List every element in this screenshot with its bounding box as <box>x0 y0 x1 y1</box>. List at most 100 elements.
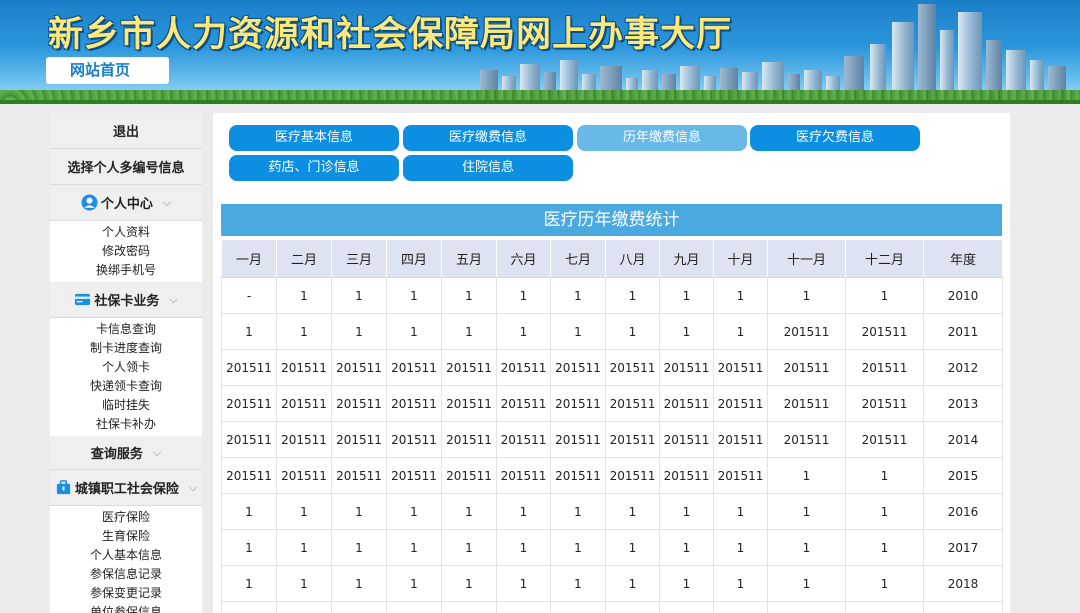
table-cell: 201511 <box>845 385 924 422</box>
table-cell: 1 <box>496 277 551 314</box>
table-cell: 201511 <box>713 457 768 494</box>
sidebar-item-change-phone[interactable]: 换绑手机号 <box>50 261 202 280</box>
table-cell: 1 <box>845 277 924 314</box>
card-business-menu: 卡信息查询 制卡进度查询 个人领卡 快递领卡查询 临时挂失 社保卡补办 <box>50 318 202 436</box>
sidebar-item-personal-pickup[interactable]: 个人领卡 <box>50 358 202 377</box>
table-row: 201511 201511 201511 201511 201511 201511 2015… <box>221 421 1003 458</box>
table-cell: 201511 <box>713 385 768 422</box>
table-cell: 1 <box>550 493 606 530</box>
sidebar-section-query-service[interactable]: 查询服务 ⌵ <box>50 436 202 470</box>
table-cell: 201511 <box>845 313 924 350</box>
table-cell: 201511 <box>496 349 551 386</box>
table-cell: 2017 <box>923 529 1003 566</box>
column-header: 六月 <box>496 239 551 278</box>
logout-button[interactable]: 退出 <box>50 113 202 149</box>
sidebar-item-medical-insurance[interactable]: 医疗保险 <box>50 508 202 527</box>
main-panel: 医疗基本信息 医疗缴费信息 历年缴费信息 医疗欠费信息 药店、门诊信息 住院信息… <box>213 113 1010 613</box>
column-header: 五月 <box>441 239 497 278</box>
table-cell: 1 <box>386 601 442 613</box>
table-cell: 201511 <box>605 457 660 494</box>
column-header: 九月 <box>659 239 714 278</box>
table-cell: 201511 <box>276 349 332 386</box>
header-banner: 新乡市人力资源和社会保障局网上办事大厅 网站首页 <box>0 0 1080 104</box>
column-header: 八月 <box>605 239 660 278</box>
table-cell: 1 <box>767 493 846 530</box>
table-cell: 201511 <box>659 385 714 422</box>
table-cell: 1 <box>331 529 387 566</box>
site-title: 新乡市人力资源和社会保障局网上办事大厅 <box>48 15 733 55</box>
table-cell: 1 <box>441 529 497 566</box>
sidebar-item-change-records[interactable]: 参保变更记录 <box>50 584 202 603</box>
table-cell: 201511 <box>845 349 924 386</box>
sidebar-item-employer-info[interactable]: 单位参保信息 <box>50 603 202 613</box>
table-cell: 1 <box>845 493 924 530</box>
table-cell: 201511 <box>386 385 442 422</box>
table-cell: 2011 <box>923 313 1003 350</box>
sidebar-item-change-password[interactable]: 修改密码 <box>50 242 202 261</box>
table-cell: 1 <box>276 529 332 566</box>
table-cell: 1 <box>276 277 332 314</box>
sidebar-section-urban-insurance[interactable]: 城镇职工社会保险 ⌵ <box>50 470 202 506</box>
chevron-down-icon: ⌵ <box>162 195 172 209</box>
table-cell: 1 <box>331 565 387 602</box>
home-button[interactable]: 网站首页 <box>46 57 169 84</box>
table-cell: 201511 <box>767 349 846 386</box>
sidebar-section-label: 城镇职工社会保险 <box>74 482 179 497</box>
sidebar-item-card-progress[interactable]: 制卡进度查询 <box>50 339 202 358</box>
tab-hospitalization-info[interactable]: 住院信息 <box>403 155 573 181</box>
table-cell: 201511 <box>441 385 497 422</box>
table-cell: 1 <box>767 529 846 566</box>
table-cell: 1 <box>441 565 497 602</box>
table-cell: 201511 <box>659 349 714 386</box>
tab-medical-arrears-info[interactable]: 医疗欠费信息 <box>750 125 920 151</box>
table-cell: 1 <box>713 493 768 530</box>
table-cell: 201511 <box>496 457 551 494</box>
chevron-down-icon: ⌵ <box>169 292 178 306</box>
table-row: 1 1 1 1 1 1 1 1 1 1 201511 201511 2011 <box>221 313 1003 350</box>
tab-pharmacy-clinic-info[interactable]: 药店、门诊信息 <box>229 155 399 181</box>
table-cell: 2012 <box>923 349 1003 386</box>
tab-medical-payment-info[interactable]: 医疗缴费信息 <box>403 125 573 151</box>
table-cell: 1 <box>441 277 497 314</box>
sidebar-item-express-pickup[interactable]: 快递领卡查询 <box>50 377 202 396</box>
tab-medical-basic-info[interactable]: 医疗基本信息 <box>229 125 399 151</box>
table-cell: 1 <box>386 313 442 350</box>
sidebar-item-card-info[interactable]: 卡信息查询 <box>50 320 202 339</box>
table-cell: 1 <box>713 529 768 566</box>
sidebar-item-profile[interactable]: 个人资料 <box>50 223 202 242</box>
sidebar-item-temp-loss[interactable]: 临时挂失 <box>50 396 202 415</box>
table-cell: 201511 <box>221 385 277 422</box>
table-cell: 201511 <box>331 349 387 386</box>
table-cell: 2013 <box>923 385 1003 422</box>
sidebar-item-maternity-insurance[interactable]: 生育保险 <box>50 527 202 546</box>
column-header: 四月 <box>386 239 442 278</box>
table-cell: 1 <box>221 493 277 530</box>
column-header: 二月 <box>276 239 332 278</box>
table-cell: 201511 <box>550 457 606 494</box>
sidebar-section-card-business[interactable]: 社保卡业务 ⌵ <box>50 282 202 318</box>
table-cell: 201511 <box>386 457 442 494</box>
table-cell: 1 <box>221 565 277 602</box>
table-cell: 1 <box>221 529 277 566</box>
table-cell: 1 <box>441 493 497 530</box>
sidebar-item-insurance-records[interactable]: 参保信息记录 <box>50 565 202 584</box>
table-cell: 2014 <box>923 421 1003 458</box>
select-multi-number-button[interactable]: 选择个人多编号信息 <box>50 149 202 185</box>
table-row: -1 1 1 1 1 1 1 1 1 1 1 2010 <box>221 277 1003 314</box>
table-cell: 201511 <box>221 349 277 386</box>
sidebar-item-basic-info[interactable]: 个人基本信息 <box>50 546 202 565</box>
table-cell: 1 <box>605 313 660 350</box>
table-cell: 201511 <box>331 421 387 458</box>
table-cell: 1 <box>659 313 714 350</box>
table-cell: 2018 <box>923 565 1003 602</box>
tab-yearly-payment-info[interactable]: 历年缴费信息 <box>577 125 747 151</box>
table-cell: 1 <box>659 529 714 566</box>
table-row: 1 1 1 1 1 1 1 1 1 1 1 1 2016 <box>221 493 1003 530</box>
table-cell: 1 <box>659 565 714 602</box>
sidebar-section-personal-center[interactable]: 个人中心 ⌵ <box>50 185 202 221</box>
sidebar-item-card-reissue[interactable]: 社保卡补办 <box>50 415 202 434</box>
table-cell: 1 <box>496 313 551 350</box>
table-cell: 201511 <box>767 313 846 350</box>
table-cell <box>923 601 1003 613</box>
table-cell: 1 <box>605 493 660 530</box>
